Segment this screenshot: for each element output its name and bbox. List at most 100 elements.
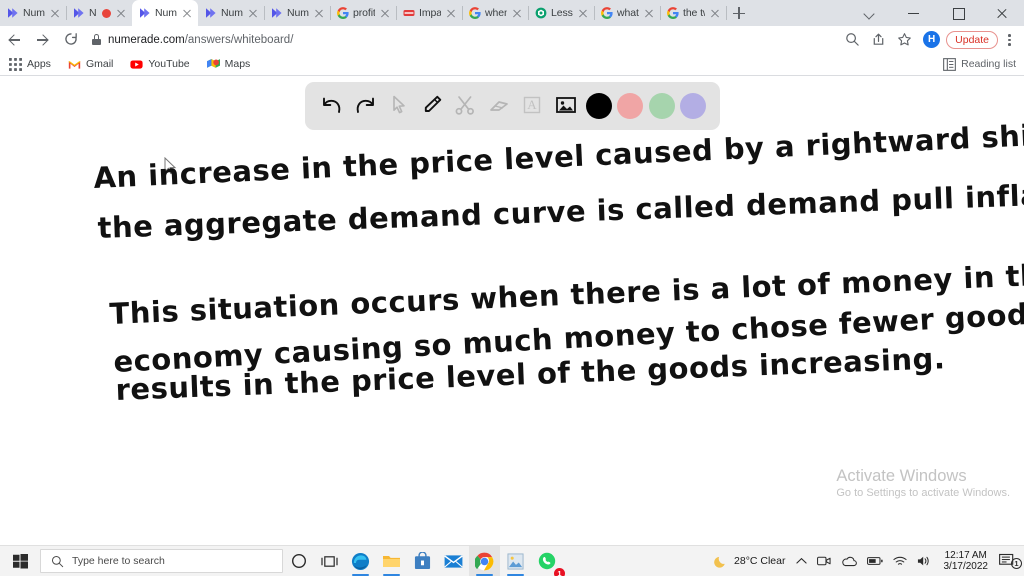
forward-arrow-icon[interactable] [28,26,56,53]
omnibox-row: numerade.com/answers/whiteboard/ H Updat… [0,26,1024,53]
bookmark-maps[interactable]: Maps [206,58,251,71]
search-placeholder: Type here to search [72,555,165,567]
browser-tab-3[interactable]: Nume [198,0,265,26]
window-controls [848,0,1024,26]
whatsapp-badge: 1 [554,567,565,576]
reading-list-label: Reading list [961,58,1016,70]
tab-title: Nume [23,7,45,19]
weather-widget[interactable]: 28°C Clear [709,546,790,576]
browser-tab-7[interactable]: when [462,0,529,26]
maximize-button[interactable] [936,0,980,26]
onedrive-icon[interactable] [836,546,862,576]
search-icon [51,555,64,567]
bookmark-label: YouTube [148,58,190,70]
tab-title: Nume [287,7,309,19]
google-icon [667,7,679,19]
minimize-button[interactable] [892,0,936,26]
new-tab-button[interactable] [726,0,752,26]
system-tray: 28°C Clear 12:17 AM 3/17/2022 1 [709,546,1024,576]
windows-start-icon[interactable] [0,546,40,576]
bookmark-youtube[interactable]: YouTube [130,58,190,71]
volume-icon[interactable] [912,546,937,576]
tab-title: when [485,7,507,19]
browser-tab-0[interactable]: Nume [0,0,67,26]
bookmarks-bar: Apps Gmail YouTube Maps Reading list [0,53,1024,76]
star-icon[interactable] [891,26,917,53]
tab-close-button[interactable] [709,7,721,19]
whatsapp-icon[interactable]: 1 [531,546,565,576]
clock-time: 12:17 AM [944,549,987,561]
bookmark-label: Maps [224,58,251,70]
notifications-icon[interactable]: 1 [995,553,1024,570]
browser-tab-1[interactable]: N [66,0,133,26]
tab-search-chevron-icon[interactable] [848,0,892,26]
reading-list-icon [943,57,957,71]
mail-icon[interactable] [438,546,469,576]
windows-taskbar: Type here to search 1 28°C Clear 12:17 A… [0,545,1024,576]
chrome-icon[interactable] [469,545,500,576]
browser-tab-8[interactable]: Lesso [528,0,595,26]
numerade-icon [7,7,19,19]
store-icon[interactable] [407,546,438,576]
numerade-icon [73,7,85,19]
cortana-icon[interactable] [283,546,314,576]
share-icon[interactable] [865,26,891,53]
omnibox-actions: H Update [839,26,1024,53]
browser-tab-10[interactable]: the tw [660,0,727,26]
watermark-title: Activate Windows [836,467,967,485]
file-explorer-icon[interactable] [376,546,407,576]
tab-close-button[interactable] [511,7,523,19]
tab-close-button[interactable] [379,7,391,19]
moon-icon [714,556,725,568]
youtube-icon [130,59,143,69]
search-input[interactable]: Type here to search [40,549,283,573]
back-arrow-icon[interactable] [0,26,28,53]
browser-tab-2[interactable]: Nume [132,0,198,26]
url-bar[interactable]: numerade.com/answers/whiteboard/ [92,30,829,50]
browser-tab-5[interactable]: profits [330,0,397,26]
reading-list-button[interactable]: Reading list [943,57,1016,71]
whiteboard-page: A An increase in the price level caused … [0,76,1024,545]
activate-windows-watermark: Activate Windows Go to Settings to activ… [836,467,1010,501]
edge-icon[interactable] [345,546,376,576]
bookmark-gmail[interactable]: Gmail [68,58,113,71]
avatar[interactable]: H [923,31,941,48]
tab-close-button[interactable] [247,7,259,19]
tab-close-button[interactable] [181,7,193,19]
tab-title: Lesso [551,7,573,19]
tab-close-button[interactable] [313,7,325,19]
tab-close-button[interactable] [115,7,127,19]
numerade-icon [139,7,151,19]
redbook-icon [403,7,415,19]
gmail-icon [68,60,81,69]
tab-close-button[interactable] [643,7,655,19]
browser-tab-4[interactable]: Nume [264,0,331,26]
tab-close-button[interactable] [445,7,457,19]
clock[interactable]: 12:17 AM 3/17/2022 [937,550,996,573]
browser-tab-6[interactable]: Impac [396,0,463,26]
bookmark-apps[interactable]: Apps [9,57,51,71]
weather-text: 28°C Clear [734,555,786,567]
tab-title: Nume [155,7,177,19]
apps-grid-icon [9,57,22,71]
notification-count: 1 [1011,557,1022,569]
reload-icon[interactable] [56,26,86,53]
google-icon [469,7,481,19]
watermark-subtitle: Go to Settings to activate Windows. [836,487,1010,499]
close-window-button[interactable] [980,0,1024,26]
tab-title: Impac [419,7,441,19]
tab-close-button[interactable] [49,7,61,19]
search-icon[interactable] [839,26,865,53]
browser-tab-9[interactable]: what i [594,0,661,26]
meet-camera-icon[interactable] [812,546,836,576]
tab-title: Nume [221,7,243,19]
wifi-icon[interactable] [888,546,912,576]
battery-icon[interactable] [862,546,888,576]
update-button[interactable]: Update [946,30,998,49]
show-hidden-icons-chevron[interactable] [791,546,812,576]
tab-close-button[interactable] [577,7,589,19]
numerade-icon [205,7,217,19]
task-view-icon[interactable] [314,546,345,576]
kebab-menu-icon[interactable] [1000,26,1018,53]
photos-icon[interactable] [500,546,531,576]
